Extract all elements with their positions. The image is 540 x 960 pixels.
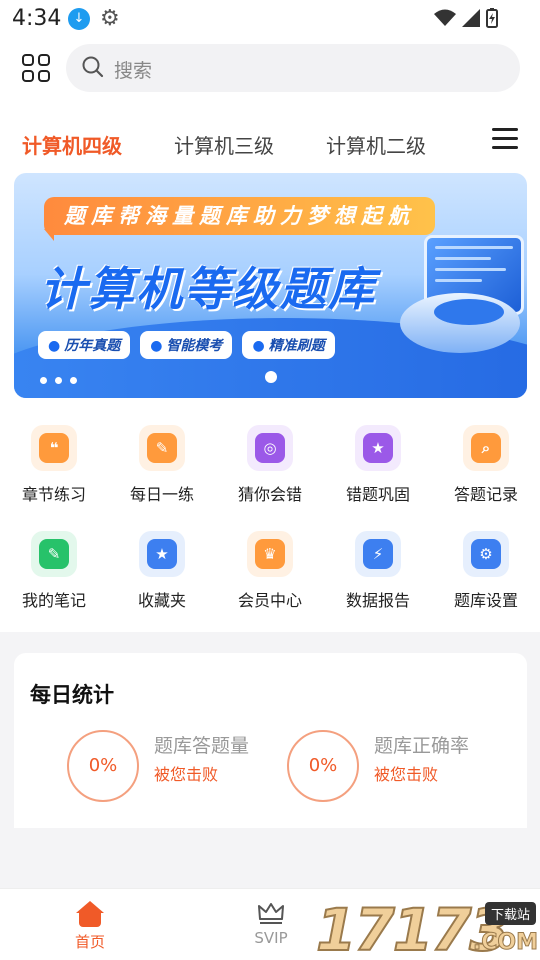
feature-label: 答题记录 (453, 485, 518, 504)
feature-label: 错题巩固 (345, 485, 410, 504)
banner-pills: ● 历年真题 ● 智能模考 ● 精准刷题 (38, 331, 335, 359)
banner-dots (40, 377, 77, 384)
feature-target[interactable]: ◎ 猜你会错 (216, 425, 324, 505)
daily-stats-card: 每日统计 0% 题库答题量 被您击败 0% 题库正确率 被您击败 (14, 653, 527, 828)
accuracy-sub: 被您击败 (374, 765, 439, 784)
crown-icon (258, 903, 284, 924)
feature-label: 数据报告 (345, 591, 410, 610)
status-time: 4:34 (12, 6, 62, 31)
watermark: 17173 下载站 .COM (315, 895, 540, 960)
menu-icon[interactable] (492, 128, 518, 150)
target-icon: ◎ (247, 425, 293, 471)
banner-pill: ● 智能模考 (140, 331, 233, 359)
settings-icon: ⚙ (463, 531, 509, 577)
banner-ribbon: 题库帮海量题库助力梦想起航 (44, 197, 435, 235)
feature-label: 猜你会错 (237, 485, 302, 504)
feature-folder-star[interactable]: ★ 错题巩固 (324, 425, 432, 505)
feature-favorite[interactable]: ★ 收藏夹 (108, 531, 216, 611)
feature-settings[interactable]: ⚙ 题库设置 (432, 531, 540, 611)
category-tabs: 计算机四级 计算机三级 计算机二级 (0, 102, 540, 172)
search-icon (82, 56, 104, 78)
feature-crown[interactable]: ♛ 会员中心 (216, 531, 324, 611)
feature-chapter[interactable]: ❝ 章节练习 (0, 425, 108, 505)
status-bar: 4:34 ↓ ⚙ (0, 0, 540, 38)
daily-stats-heading: 每日统计 (30, 683, 114, 707)
home-icon (76, 901, 104, 927)
note-icon: ✎ (31, 531, 77, 577)
feature-label: 每日一练 (129, 485, 194, 504)
answer-count-sub: 被您击败 (154, 765, 219, 784)
feature-label: 会员中心 (237, 591, 302, 610)
feature-label: 章节练习 (21, 485, 86, 504)
accuracy-title: 题库正确率 (374, 735, 470, 757)
tab-computer-level-3[interactable]: 计算机三级 (174, 130, 274, 159)
banner-pill: ● 历年真题 (38, 331, 131, 359)
tab-computer-level-4[interactable]: 计算机四级 (22, 130, 122, 159)
nav-svip-label: SVIP (254, 929, 288, 947)
feature-label: 题库设置 (453, 591, 518, 610)
record-icon: ⌕ (463, 425, 509, 471)
wifi-icon (434, 9, 456, 26)
tab-computer-level-2[interactable]: 计算机二级 (326, 130, 426, 159)
banner-title: 计算机等级题库 (40, 262, 376, 316)
daily-icon: ✎ (139, 425, 185, 471)
crown-icon: ♛ (247, 531, 293, 577)
banner-pill: ● 精准刷题 (242, 331, 335, 359)
promo-banner[interactable]: 题库帮海量题库助力梦想起航 计算机等级题库 ● 历年真题 ● 智能模考 ● 精准刷题 (14, 173, 527, 398)
folder-star-icon: ★ (355, 425, 401, 471)
lightning-icon: ⚡ (355, 531, 401, 577)
favorite-icon: ★ (139, 531, 185, 577)
watermark-tag: 下载站 (484, 902, 536, 925)
battery-icon (486, 8, 498, 28)
feature-label: 我的笔记 (21, 591, 86, 610)
search-placeholder: 搜索 (114, 60, 153, 82)
search-input[interactable]: 搜索 (66, 44, 520, 92)
download-icon: ↓ (68, 8, 90, 30)
feature-record[interactable]: ⌕ 答题记录 (432, 425, 540, 505)
nav-svip[interactable]: SVIP (231, 901, 311, 947)
status-right-icons (434, 8, 498, 28)
nav-home[interactable]: 首页 (50, 901, 130, 952)
feature-note[interactable]: ✎ 我的笔记 (0, 531, 108, 611)
apps-grid-icon[interactable] (22, 54, 52, 84)
answer-count-ring: 0% (67, 730, 139, 802)
feature-daily[interactable]: ✎ 每日一练 (108, 425, 216, 505)
carousel-indicator[interactable] (265, 371, 277, 383)
answer-count-title: 题库答题量 (154, 735, 250, 757)
feature-lightning[interactable]: ⚡ 数据报告 (324, 531, 432, 611)
accuracy-ring: 0% (287, 730, 359, 802)
pedestal-button-illustration (434, 299, 504, 325)
feature-label: 收藏夹 (137, 591, 186, 610)
settings-status-icon: ⚙ (100, 6, 120, 31)
signal-icon (462, 9, 480, 27)
nav-home-label: 首页 (74, 933, 105, 951)
chapter-icon: ❝ (31, 425, 77, 471)
watermark-domain: .COM (472, 930, 538, 956)
top-bar: 搜索 (0, 38, 540, 102)
